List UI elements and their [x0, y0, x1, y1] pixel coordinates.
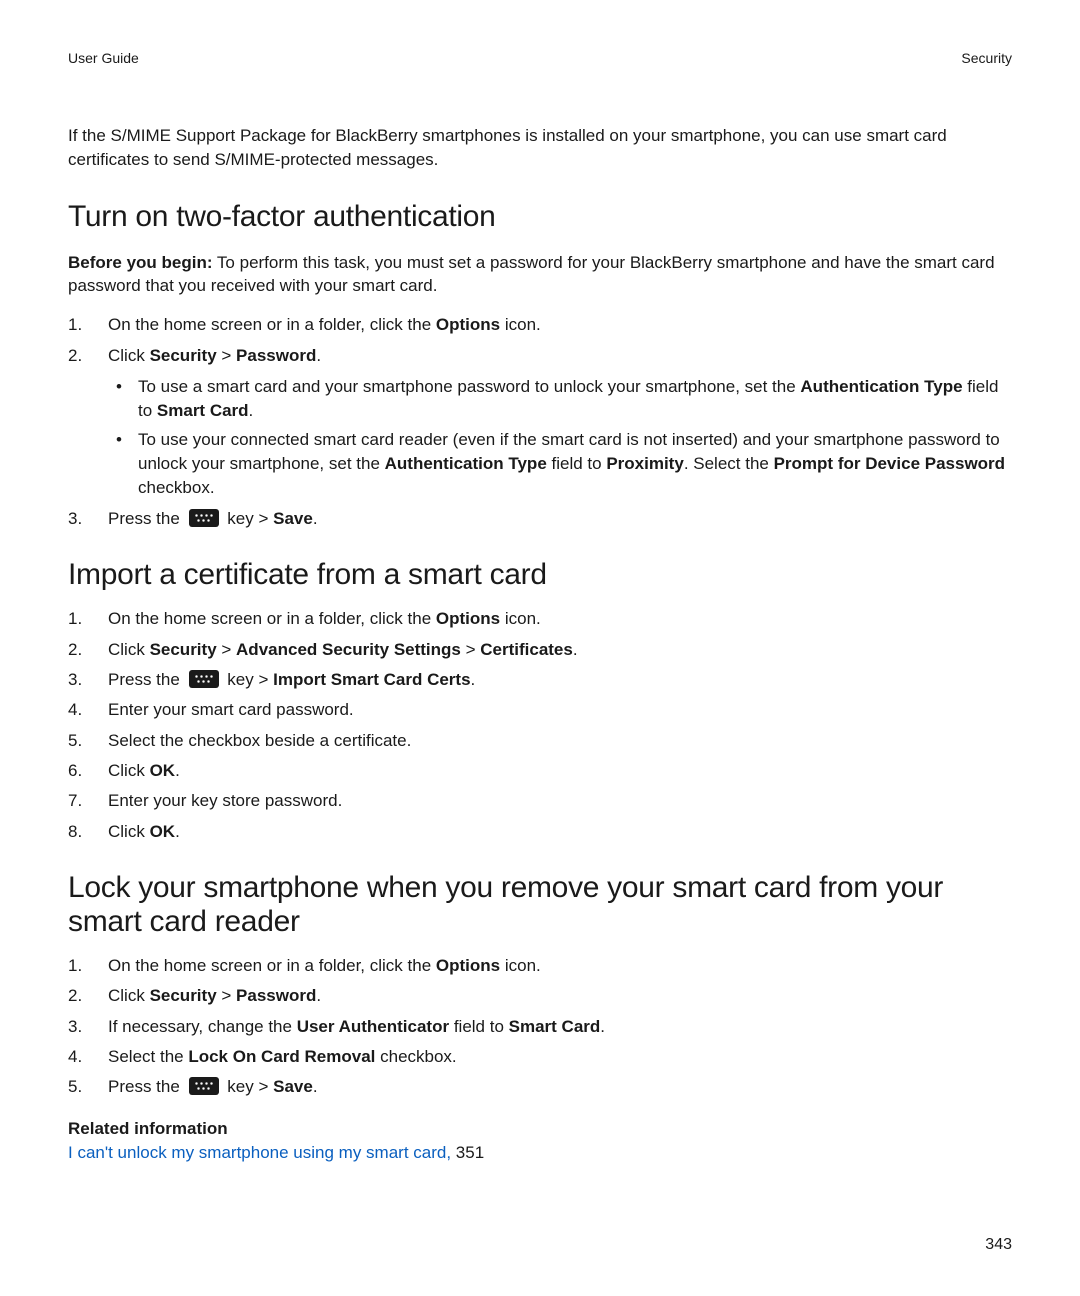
step-item: Click Security > Password. To use a smar…	[68, 343, 1012, 500]
header-right: Security	[961, 50, 1012, 66]
document-page: User Guide Security If the S/MIME Suppor…	[0, 0, 1080, 1296]
step-item: Enter your key store password.	[68, 788, 1012, 814]
step-item: Press the key > Import Smart Card Certs.	[68, 667, 1012, 693]
sub-bullets: To use a smart card and your smartphone …	[108, 375, 1012, 500]
step-item: On the home screen or in a folder, click…	[68, 606, 1012, 632]
step-item: Press the key > Save.	[68, 506, 1012, 532]
page-header: User Guide Security	[68, 50, 1012, 66]
related-link[interactable]: I can't unlock my smartphone using my sm…	[68, 1143, 451, 1162]
bullet-item: To use a smart card and your smartphone …	[108, 375, 1012, 423]
step-item: Enter your smart card password.	[68, 697, 1012, 723]
step-item: On the home screen or in a folder, click…	[68, 953, 1012, 979]
step-item: Click OK.	[68, 819, 1012, 845]
step-item: Click Security > Password.	[68, 983, 1012, 1009]
step-item: Click Security > Advanced Security Setti…	[68, 637, 1012, 663]
menu-key-icon	[189, 1077, 219, 1095]
before-label: Before you begin:	[68, 253, 213, 272]
intro-paragraph: If the S/MIME Support Package for BlackB…	[68, 124, 1012, 172]
step-item: On the home screen or in a folder, click…	[68, 312, 1012, 338]
related-link-page: 351	[451, 1143, 484, 1162]
before-you-begin: Before you begin: To perform this task, …	[68, 251, 1012, 299]
page-number: 343	[985, 1236, 1012, 1254]
menu-key-icon	[189, 670, 219, 688]
section-heading-two-factor: Turn on two-factor authentication	[68, 200, 1012, 234]
step-item: Select the checkbox beside a certificate…	[68, 728, 1012, 754]
related-link-row: I can't unlock my smartphone using my sm…	[68, 1143, 1012, 1163]
step-item: If necessary, change the User Authentica…	[68, 1014, 1012, 1040]
step-item: Select the Lock On Card Removal checkbox…	[68, 1044, 1012, 1070]
steps-lock-smartphone: On the home screen or in a folder, click…	[68, 953, 1012, 1101]
header-left: User Guide	[68, 50, 139, 66]
step-item: Click OK.	[68, 758, 1012, 784]
steps-two-factor: On the home screen or in a folder, click…	[68, 312, 1012, 532]
step-item: Press the key > Save.	[68, 1074, 1012, 1100]
bullet-item: To use your connected smart card reader …	[108, 428, 1012, 499]
steps-import-cert: On the home screen or in a folder, click…	[68, 606, 1012, 845]
menu-key-icon	[189, 509, 219, 527]
related-information-heading: Related information	[68, 1119, 1012, 1139]
section-heading-lock-smartphone: Lock your smartphone when you remove you…	[68, 871, 1012, 939]
section-heading-import-cert: Import a certificate from a smart card	[68, 558, 1012, 592]
